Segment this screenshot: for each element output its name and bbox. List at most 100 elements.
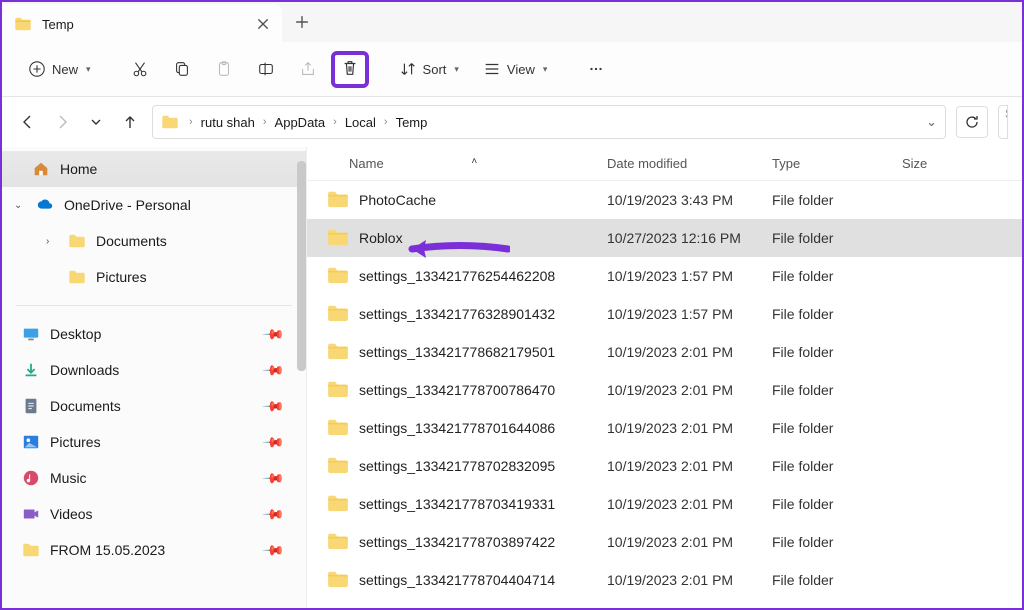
breadcrumb-item[interactable]: Temp	[392, 115, 432, 130]
toolbar: New ▾ Sort ▾ View ▾	[2, 42, 1022, 97]
sidebar-item-onedrive-pictures[interactable]: › Pictures	[2, 259, 306, 295]
file-row[interactable]: settings_13342177868217950110/19/2023 2:…	[307, 333, 1022, 371]
delete-button-highlighted[interactable]	[331, 51, 369, 88]
sidebar-item-documents[interactable]: Documents 📌	[2, 388, 306, 424]
pin-icon: 📌	[261, 502, 285, 526]
folder-icon	[327, 456, 349, 477]
file-row[interactable]: Roblox10/27/2023 12:16 PMFile folder	[307, 219, 1022, 257]
rename-icon	[257, 60, 275, 78]
up-button[interactable]	[118, 110, 142, 134]
sidebar-item-music[interactable]: Music 📌	[2, 460, 306, 496]
music-icon	[22, 469, 40, 487]
chevron-down-icon[interactable]: ⌄	[14, 200, 26, 211]
file-row[interactable]: settings_13342177625446220810/19/2023 1:…	[307, 257, 1022, 295]
sort-button[interactable]: Sort ▾	[389, 51, 469, 87]
sidebar-item-downloads[interactable]: Downloads 📌	[2, 352, 306, 388]
file-type: File folder	[762, 192, 892, 208]
clipboard-icon	[215, 60, 233, 78]
column-header-type[interactable]: Type	[762, 156, 892, 171]
sidebar-item-onedrive[interactable]: ⌄ OneDrive - Personal	[2, 187, 306, 223]
file-type: File folder	[762, 306, 892, 322]
chevron-down-icon	[90, 116, 102, 128]
column-header-size[interactable]: Size	[892, 156, 972, 171]
sidebar-item-label: Home	[60, 161, 97, 177]
new-label: New	[52, 62, 78, 77]
view-icon	[483, 60, 501, 78]
column-header-date[interactable]: Date modified	[597, 156, 762, 171]
recent-button[interactable]	[84, 110, 108, 134]
chevron-right-icon: ›	[382, 116, 390, 128]
file-row[interactable]: settings_13342177870440471410/19/2023 2:…	[307, 561, 1022, 599]
sidebar-item-home[interactable]: Home	[2, 151, 306, 187]
column-header-name[interactable]: Name ˄	[307, 156, 597, 171]
sidebar-item-label: Videos	[50, 506, 93, 522]
sidebar-item-onedrive-documents[interactable]: › Documents	[2, 223, 306, 259]
new-button[interactable]: New ▾	[18, 51, 101, 87]
file-type: File folder	[762, 344, 892, 360]
sidebar-item-pictures[interactable]: Pictures 📌	[2, 424, 306, 460]
copy-button[interactable]	[163, 51, 201, 87]
breadcrumb-item[interactable]: AppData	[271, 115, 330, 130]
sidebar-item-desktop[interactable]: Desktop 📌	[2, 316, 306, 352]
folder-icon	[327, 532, 349, 553]
sidebar: Home ⌄ OneDrive - Personal › Documents ›…	[2, 147, 307, 608]
file-date: 10/19/2023 2:01 PM	[597, 420, 762, 436]
cut-button[interactable]	[121, 51, 159, 87]
sort-indicator-icon: ˄	[471, 156, 477, 167]
document-icon	[22, 397, 40, 415]
chevron-down-icon[interactable]: ⌄	[926, 114, 937, 130]
close-icon[interactable]	[256, 17, 270, 31]
sidebar-item-label: Documents	[96, 233, 167, 249]
folder-icon	[68, 268, 86, 286]
file-type: File folder	[762, 458, 892, 474]
more-button[interactable]	[577, 51, 615, 87]
file-row[interactable]: settings_13342177870283209510/19/2023 2:…	[307, 447, 1022, 485]
breadcrumb-item[interactable]: Local	[341, 115, 380, 130]
sort-label: Sort	[423, 62, 447, 77]
folder-icon	[327, 228, 349, 249]
view-button[interactable]: View ▾	[473, 51, 557, 87]
chevron-right-icon: ›	[261, 116, 269, 128]
chevron-right-icon: ›	[331, 116, 339, 128]
titlebar: Temp	[2, 2, 1022, 42]
paste-button[interactable]	[205, 51, 243, 87]
file-name: settings_133421778704404714	[359, 572, 555, 588]
breadcrumbs[interactable]: › rutu shah › AppData › Local › Temp ⌄	[152, 105, 946, 139]
file-date: 10/19/2023 1:57 PM	[597, 268, 762, 284]
search-input[interactable]: Se	[998, 105, 1008, 139]
file-row[interactable]: settings_13342177870164408610/19/2023 2:…	[307, 409, 1022, 447]
sidebar-item-from[interactable]: FROM 15.05.2023 📌	[2, 532, 306, 568]
sidebar-item-label: Pictures	[96, 269, 147, 285]
view-label: View	[507, 62, 535, 77]
refresh-icon	[964, 114, 980, 130]
file-date: 10/27/2023 12:16 PM	[597, 230, 762, 246]
breadcrumb-item[interactable]: rutu shah	[197, 115, 259, 130]
sidebar-item-label: Desktop	[50, 326, 101, 342]
file-row[interactable]: settings_13342177870389742210/19/2023 2:…	[307, 523, 1022, 561]
folder-icon	[327, 494, 349, 515]
file-row[interactable]: settings_13342177870341933110/19/2023 2:…	[307, 485, 1022, 523]
folder-icon	[327, 190, 349, 211]
sidebar-item-videos[interactable]: Videos 📌	[2, 496, 306, 532]
new-tab-button[interactable]	[282, 2, 322, 42]
pictures-icon	[22, 433, 40, 451]
chevron-right-icon[interactable]: ›	[46, 236, 58, 247]
pin-icon: 📌	[261, 538, 285, 562]
ellipsis-icon	[587, 60, 605, 78]
refresh-button[interactable]	[956, 106, 988, 138]
file-name: settings_133421776328901432	[359, 306, 555, 322]
file-row[interactable]: settings_13342177632890143210/19/2023 1:…	[307, 295, 1022, 333]
scrollbar[interactable]	[297, 161, 306, 371]
share-button[interactable]	[289, 51, 327, 87]
file-type: File folder	[762, 572, 892, 588]
home-icon	[32, 160, 50, 178]
folder-icon	[327, 304, 349, 325]
back-button[interactable]	[16, 110, 40, 134]
forward-button[interactable]	[50, 110, 74, 134]
file-name: PhotoCache	[359, 192, 436, 208]
window-tab[interactable]: Temp	[2, 4, 282, 44]
file-row[interactable]: PhotoCache10/19/2023 3:43 PMFile folder	[307, 181, 1022, 219]
rename-button[interactable]	[247, 51, 285, 87]
sort-icon	[399, 60, 417, 78]
file-row[interactable]: settings_13342177870078647010/19/2023 2:…	[307, 371, 1022, 409]
